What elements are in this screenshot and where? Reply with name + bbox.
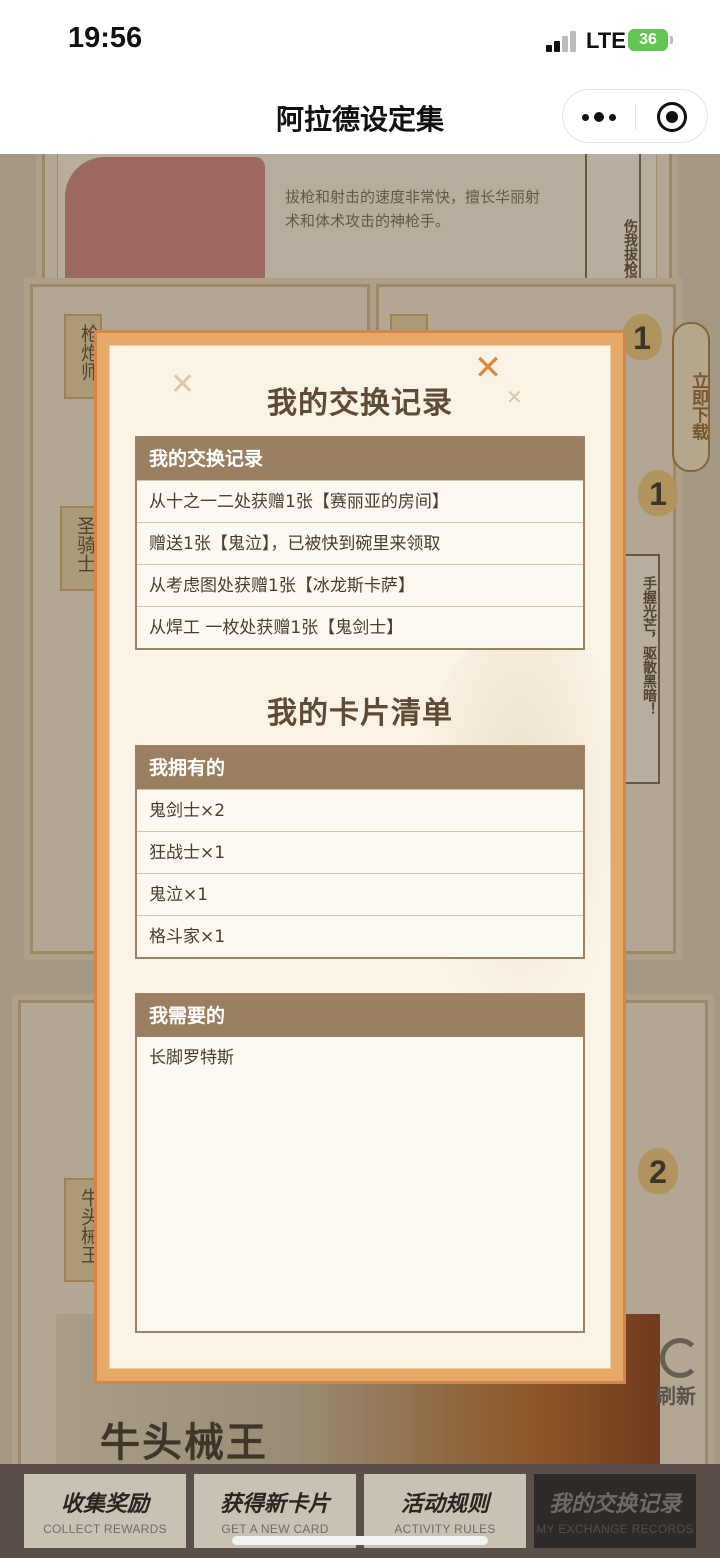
table-header: 我的交换记录 (137, 438, 583, 480)
needed-list: 长脚罗特斯 (137, 1037, 583, 1331)
more-options-icon[interactable] (563, 90, 635, 144)
table-row: 狂战士×1 (137, 831, 583, 873)
home-indicator (232, 1536, 488, 1545)
status-time: 19:56 (68, 22, 143, 54)
status-bar: 19:56 LTE 36 (0, 0, 720, 82)
tab-sublabel: COLLECT REWARDS (43, 1522, 167, 1536)
records-title: 我的交换记录 (267, 386, 453, 421)
miniprogram-capsule (562, 89, 708, 143)
capsule-divider (635, 104, 636, 130)
tab-sublabel: GET A NEW CARD (221, 1522, 329, 1536)
cellular-signal-icon (546, 30, 578, 52)
table-row: 从考虑图处获赠1张【冰龙斯卡萨】 (137, 564, 583, 606)
tab-my-exchange-records[interactable]: 我的交换记录 MY EXCHANGE RECORDS (534, 1474, 696, 1548)
cards-title: 我的卡片清单 (267, 696, 453, 731)
tab-collect-rewards[interactable]: 收集奖励 COLLECT REWARDS (24, 1474, 186, 1548)
close-miniprogram-icon[interactable] (657, 102, 687, 132)
owned-cards-table: 我拥有的 鬼剑士×2 狂战士×1 鬼泣×1 格斗家×1 (135, 745, 585, 959)
tab-label: 活动规则 (400, 1492, 489, 1517)
tab-sublabel: ACTIVITY RULES (394, 1522, 496, 1536)
records-table: 我的交换记录 从十之一二处获赠1张【赛丽亚的房间】 赠送1张【鬼泣】，已被快到碗… (135, 436, 585, 650)
table-row: 鬼剑士×2 (137, 789, 583, 831)
table-row: 赠送1张【鬼泣】，已被快到碗里来领取 (137, 522, 583, 564)
table-row: 长脚罗特斯 (149, 1048, 234, 1068)
table-row: 鬼泣×1 (137, 873, 583, 915)
nav-bar: 阿拉德设定集 (0, 82, 720, 154)
table-header: 我需要的 (137, 995, 583, 1037)
table-row: 从焊工 一枚处获赠1张【鬼剑士】 (137, 606, 583, 648)
tab-label: 获得新卡片 (219, 1492, 330, 1517)
tab-label: 收集奖励 (60, 1492, 149, 1517)
tab-sublabel: MY EXCHANGE RECORDS (536, 1522, 694, 1536)
table-header: 我拥有的 (137, 747, 583, 789)
needed-cards-table: 我需要的 长脚罗特斯 (135, 993, 585, 1333)
table-row: 格斗家×1 (137, 915, 583, 957)
table-row: 从十之一二处获赠1张【赛丽亚的房间】 (137, 480, 583, 522)
network-type: LTE (586, 28, 626, 53)
tab-label: 我的交换记录 (548, 1492, 681, 1517)
battery-icon: 36 (628, 29, 673, 51)
